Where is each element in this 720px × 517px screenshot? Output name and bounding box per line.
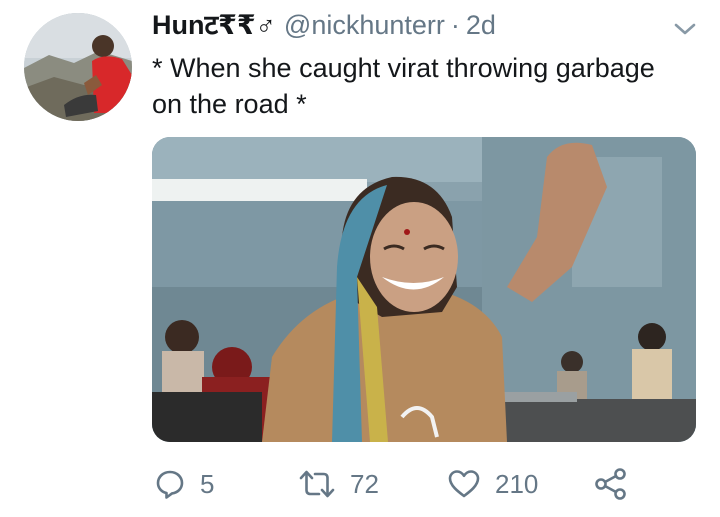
media-photo xyxy=(152,137,696,442)
timestamp[interactable]: 2d xyxy=(466,8,496,42)
tweet-header: Hunट₹₹♂ @nickhunterr · 2d xyxy=(152,8,496,42)
chevron-down-icon[interactable] xyxy=(672,20,698,38)
retweet-icon xyxy=(298,468,336,500)
reply-button[interactable]: 5 xyxy=(154,462,214,506)
separator-dot: · xyxy=(450,10,460,40)
action-bar: 5 72 210 xyxy=(0,462,720,506)
like-button[interactable]: 210 xyxy=(447,462,538,506)
heart-icon xyxy=(447,468,481,500)
user-handle[interactable]: @nickhunterr xyxy=(284,8,445,42)
tweet-text: * When she caught virat throwing garbage… xyxy=(152,53,655,119)
share-button[interactable] xyxy=(594,462,628,506)
share-icon xyxy=(594,467,628,501)
reply-icon xyxy=(154,468,186,500)
reply-count: 5 xyxy=(200,468,215,499)
retweet-count: 72 xyxy=(350,468,379,499)
retweet-button[interactable]: 72 xyxy=(298,462,379,506)
avatar-photo xyxy=(24,13,132,121)
tweet-media[interactable] xyxy=(152,137,696,442)
like-count: 210 xyxy=(495,468,539,499)
tweet[interactable]: Hunट₹₹♂ @nickhunterr · 2d * When she cau… xyxy=(0,0,720,517)
display-name[interactable]: Hunट₹₹♂ xyxy=(152,8,276,42)
avatar[interactable] xyxy=(24,13,132,121)
